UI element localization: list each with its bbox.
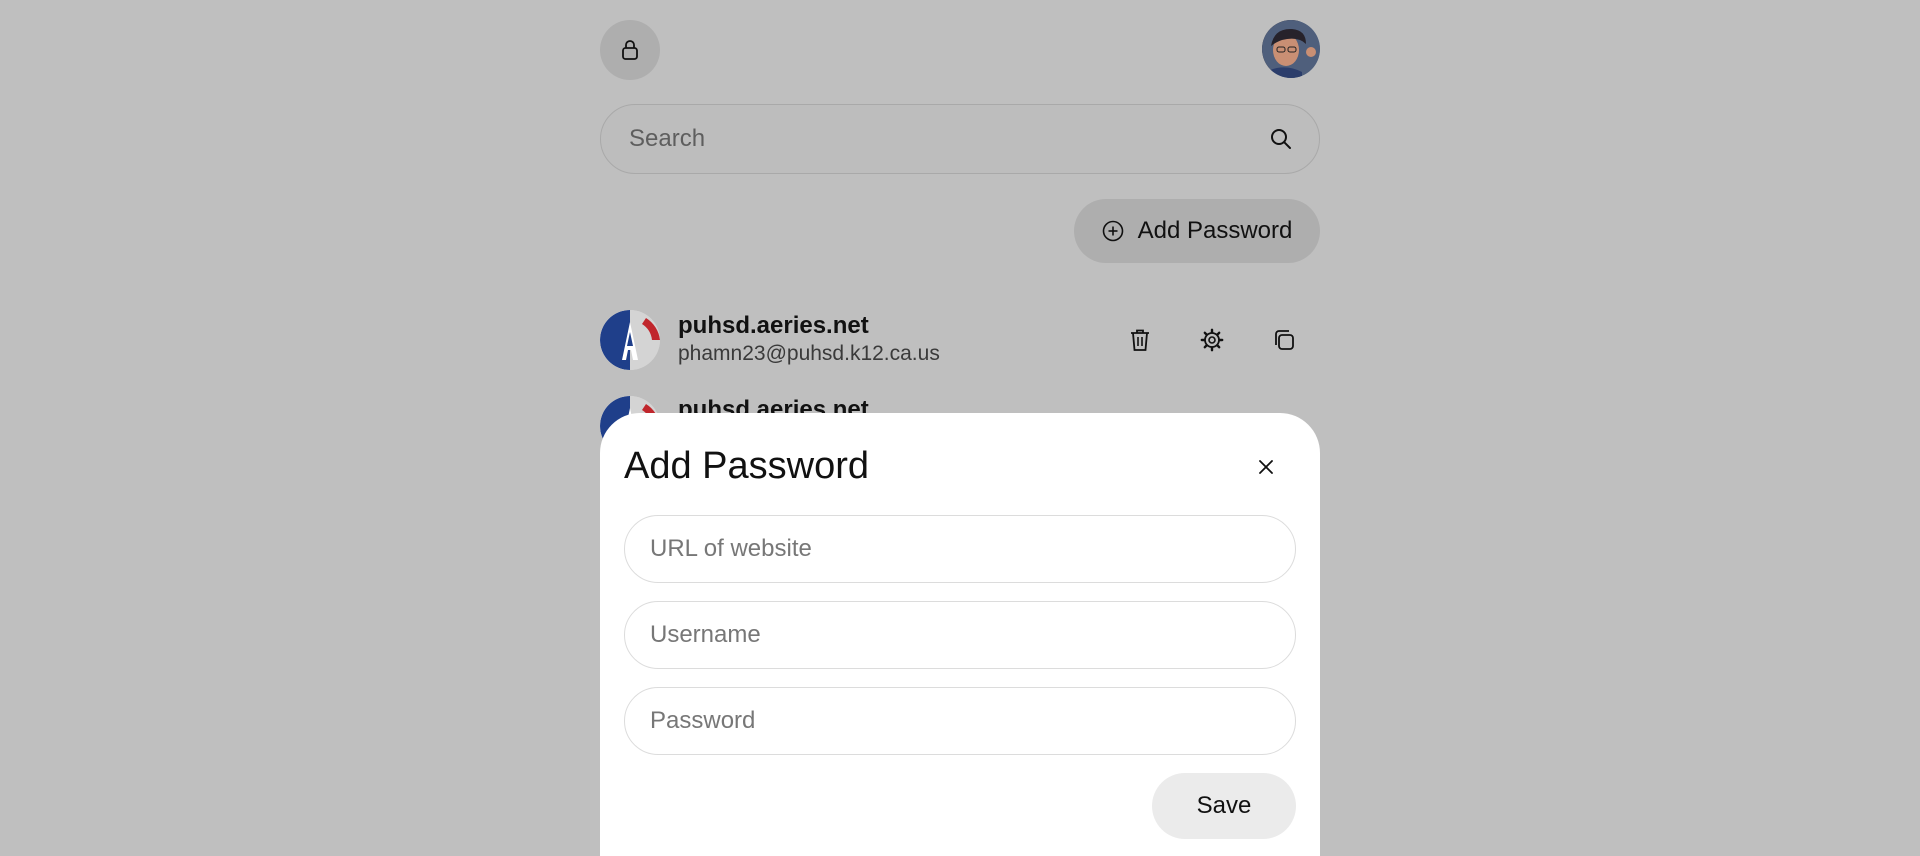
username-input[interactable] (650, 602, 1270, 668)
entry-actions (1104, 322, 1320, 358)
lock-button[interactable] (600, 20, 660, 80)
search-icon[interactable] (1269, 127, 1293, 151)
copy-icon (1275, 330, 1294, 350)
close-button[interactable] (1250, 451, 1282, 483)
gear-icon (1200, 328, 1224, 352)
password-field (624, 687, 1296, 755)
entry-site: puhsd.aeries.net (678, 312, 869, 339)
save-button[interactable]: Save (1152, 773, 1296, 839)
list-item[interactable]: puhsd.aeries.net phamn23@puhsd.k12.ca.us (600, 308, 1320, 378)
password-input[interactable] (650, 688, 1270, 754)
modal-title: Add Password (624, 445, 870, 487)
settings-button[interactable] (1176, 322, 1248, 358)
username-field (624, 601, 1296, 669)
add-password-modal: Add Password Save (600, 413, 1320, 856)
avatar-image (1262, 20, 1320, 78)
copy-button[interactable] (1248, 322, 1320, 358)
top-bar (600, 20, 1320, 80)
avatar[interactable] (1262, 20, 1320, 78)
lock-icon (622, 40, 638, 60)
entry-username: phamn23@puhsd.k12.ca.us (678, 342, 940, 365)
close-icon (1259, 460, 1273, 474)
url-field (624, 515, 1296, 583)
delete-button[interactable] (1104, 322, 1176, 358)
url-input[interactable] (650, 516, 1270, 582)
add-password-button[interactable]: Add Password (1074, 199, 1320, 263)
add-password-label: Add Password (1137, 217, 1293, 244)
search-bar (600, 104, 1320, 174)
plus-circle-icon (1102, 220, 1123, 242)
search-input[interactable] (629, 105, 1249, 173)
site-logo (600, 310, 660, 370)
trash-icon (1131, 329, 1149, 351)
